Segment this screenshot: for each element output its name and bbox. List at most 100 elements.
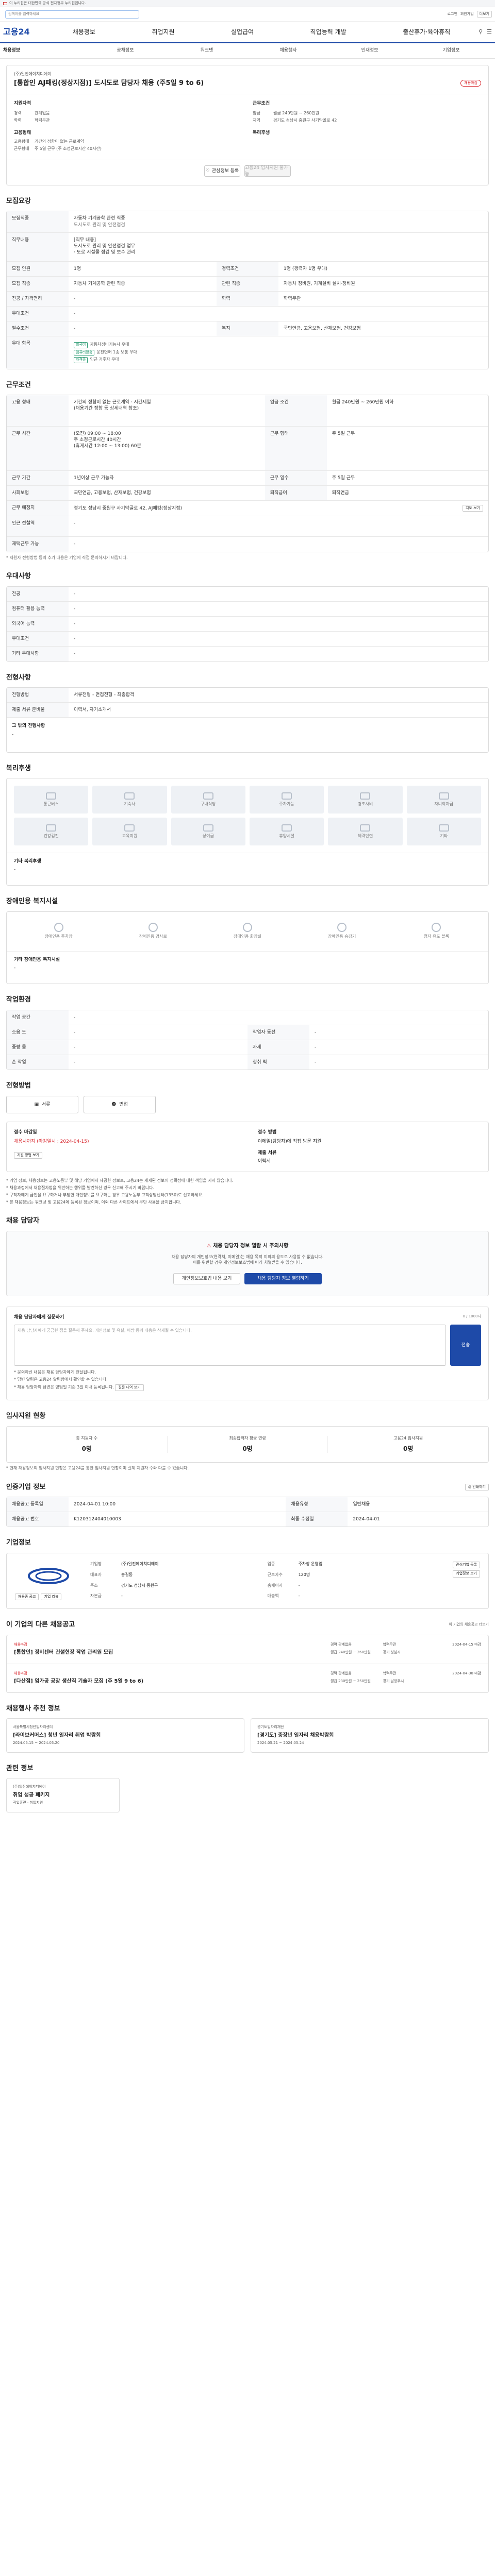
selection-extra: - — [12, 732, 14, 737]
welfare-label: 자녀학자금 — [434, 801, 454, 806]
contact-heading: 채용 담당자 — [6, 1217, 40, 1225]
row-value: - — [69, 1024, 248, 1040]
welfare-item: 경조사비 — [328, 786, 403, 814]
inquiry-textarea[interactable]: 채용 담당자에게 궁금한 점을 질문해 주세요. 개인정보 및 욕설, 비방 등… — [14, 1325, 446, 1366]
nav-item-training[interactable]: 직업능력 개발 — [310, 28, 346, 36]
warning-icon: ⚠ — [206, 1243, 213, 1249]
parking-icon — [54, 923, 63, 933]
row-value: K120312404010003 — [69, 1512, 286, 1527]
note-item: * 구직자에게 금전을 요구하거나 부당한 개인정보를 요구하는 경우 고용노동… — [6, 1192, 204, 1197]
inquiry-counter: 0 / 1000자 — [463, 1314, 481, 1318]
favorite-company-button[interactable]: 관심기업 등록 — [453, 1561, 480, 1569]
login-link[interactable]: 로그인 — [448, 12, 457, 16]
subnav-item[interactable]: 공채정보 — [85, 47, 166, 54]
view-contact-button[interactable]: 채용 담당자 정보 열람하기 — [244, 1273, 322, 1284]
subnav-item[interactable]: 채용정보 — [3, 47, 85, 54]
prefer-chip: 자격증 — [74, 357, 88, 363]
site-logo[interactable]: 고용24 — [3, 26, 44, 38]
gym-icon — [360, 824, 371, 832]
contact-alert-title: ⚠ 채용 담당자 정보 열람 시 주의사항 — [18, 1243, 477, 1250]
similar-more-link[interactable]: 이 기업의 채용공고 더보기 — [449, 1622, 489, 1627]
item-meta: 학력무관 — [383, 1671, 397, 1675]
inquiry-card: 채용 담당자에게 질문하기 0 / 1000자 채용 담당자에게 궁금한 점을 … — [6, 1307, 489, 1401]
row-value: 주 5일 근무 — [326, 426, 488, 471]
row-value: - — [69, 616, 488, 632]
search-input[interactable]: 검색어를 입력하세요 — [5, 10, 139, 19]
value: 기간의 정함이 없는 근로계약 — [35, 139, 84, 144]
recommend-item[interactable]: 경기도일자리재단 [경기도] 중장년 일자리 채용박람회 2024.05.21 … — [251, 1718, 489, 1753]
item-meta: 경력 관계없음 — [331, 1671, 352, 1675]
tab-interview[interactable]: ☻ 면접 — [84, 1095, 156, 1113]
list-item[interactable]: 채용마감 [통합인] 정비센터 건설현장 작업 관리원 모집 경력 관계없음 학… — [7, 1635, 488, 1664]
ramp-icon — [148, 923, 158, 933]
apply-method-tabs: ▣ 서류 ☻ 면접 — [6, 1095, 489, 1113]
company-review-button[interactable]: 기업 리뷰 — [41, 1593, 62, 1601]
docs-value: 이력서 — [258, 1159, 271, 1164]
row-value: 기간의 정함이 없는 근로계약 · 시간제일 (채용기간 정함 등 상세내역 참… — [74, 400, 151, 412]
row-value: - — [69, 646, 488, 662]
row-value: - — [309, 1054, 488, 1070]
row-label: 매출액 — [267, 1594, 279, 1599]
subnav-item[interactable]: 기업정보 — [410, 47, 492, 54]
scrap-button[interactable]: ♡ 관심정보 등록 — [204, 165, 240, 177]
row-label: 근무 기간 — [7, 470, 69, 486]
list-item[interactable]: 채용마감 [다산점] 임가공 공장 생산직 기술자 모집 (주 5일 9 to … — [7, 1664, 488, 1692]
item-title[interactable]: [다산점] 임가공 공장 생산직 기술자 모집 (주 5일 9 to 6) — [14, 1678, 324, 1685]
row-value: [직무 내용] 도시도로 관리 및 안전점검 업무 · 도로 시설물 점검 및 … — [69, 232, 488, 262]
inquiry-submit-button[interactable]: 전송 — [450, 1325, 481, 1366]
welfare-heading: 복리후생 — [253, 130, 270, 136]
subnav-item[interactable]: 인재정보 — [329, 47, 410, 54]
company-jobs-button[interactable]: 채용중 공고 — [15, 1593, 39, 1601]
school-icon — [438, 792, 449, 800]
inquiry-history-button[interactable]: 질문 내역 보기 — [115, 1384, 144, 1392]
menu-icon[interactable]: ☰ — [487, 28, 492, 36]
label: 지역 — [253, 118, 260, 123]
workenv-heading: 작업환경 — [6, 995, 31, 1004]
subnav-item[interactable]: 채용행사 — [248, 47, 329, 54]
apply-button[interactable]: 고용24 입사지원 불가능 — [244, 165, 291, 177]
workenv-table: 작업 공간 - 소음 도 - 작업자 동선 - 중량 물 - 자세 - 손 작업 - 청취 력- — [6, 1009, 489, 1071]
related-item[interactable]: (주)일진에이치디에이 취업 성공 패키지 직업훈련 · 취업지원 — [6, 1778, 120, 1812]
welfare-heading: 복리후생 — [6, 764, 31, 772]
row-value: 퇴직연금 — [326, 485, 488, 501]
company-info-button[interactable]: 기업정보 보기 — [453, 1570, 480, 1578]
disability-extra-label: 기타 장애인용 복지시설 — [14, 957, 60, 962]
similar-heading: 이 기업의 다른 채용공고 — [6, 1621, 75, 1629]
print-button[interactable]: ⎙ 인쇄하기 — [465, 1483, 489, 1490]
join-link[interactable]: 회원가입 — [460, 12, 474, 16]
tab-document[interactable]: ▣ 서류 — [6, 1095, 78, 1113]
scrap-label: 관심정보 등록 — [211, 168, 239, 174]
row-value: - — [121, 1594, 123, 1599]
value: 주 5일 근무 (주 소정근로시간 40시간) — [35, 146, 102, 151]
search-icon[interactable]: ⚲ — [478, 28, 483, 36]
privacy-law-button[interactable]: 개인정보보호법 내용 보기 — [173, 1273, 240, 1284]
heart-icon: ♡ — [205, 168, 210, 174]
recommend-item[interactable]: 서울특별시청년일자리센터 [라이브커머스] 청년 일자리 취업 박람회 2024… — [6, 1718, 244, 1753]
row-value: 일반채용 — [353, 1502, 370, 1507]
qualification-block: 지원자격 경력 관계없음 학력 학력무관 고용형태 고용형태 기간의 정함이 없는 근… — [14, 100, 242, 153]
disability-item: 점자 유도 블록 — [392, 919, 481, 944]
nav-item-support[interactable]: 취업지원 — [152, 28, 174, 36]
nav-item-leave[interactable]: 출산휴가·육아휴직 — [403, 28, 450, 36]
nav-item-benefit[interactable]: 실업급여 — [231, 28, 254, 36]
row-value: 자동차 정비원, 기계설비 설치·정비원 — [278, 276, 488, 292]
row-value: (오전) 09:00 ~ 18:00 주 소정근로시간 40시간 (휴게시간 1… — [69, 426, 265, 471]
welfare-card: 통근버스 기숙사 구내식당 주차가능 경조사비 자녀학자금 건강검진 교육지원 … — [6, 778, 489, 886]
item-title[interactable]: [통합인] 정비센터 건설현장 작업 관리원 모집 — [14, 1649, 324, 1656]
selection-table: 전형방법 서류전형 - 면접전형 - 최종합격 제출 서류 준비물 이력서, 자기소… — [6, 687, 489, 753]
row-label: 인근 전철역 — [7, 516, 69, 537]
row-label: 관련 직종 — [217, 276, 279, 292]
item-meta: 취업지원 — [29, 1801, 43, 1805]
row-label: 전형방법 — [7, 688, 69, 703]
top-bar: 검색어를 입력하세요 로그인 회원가입 더보기 — [0, 7, 495, 22]
item-meta: 월급 230만원 ~ 250만원 — [331, 1679, 371, 1683]
map-button[interactable]: 지도 보기 — [463, 504, 483, 512]
more-button[interactable]: 더보기 — [476, 10, 492, 18]
nav-item-jobs[interactable]: 채용정보 — [73, 28, 95, 36]
subnav-item[interactable]: 워크넷 — [166, 47, 248, 54]
company-heading: 기업정보 — [6, 1539, 31, 1547]
row-value: - — [298, 1594, 300, 1599]
stat-value: 0명 — [81, 1445, 92, 1452]
recruit-heading: 모집요강 — [6, 197, 31, 205]
how-to-apply-button[interactable]: 지원 방법 보기 — [14, 1151, 43, 1159]
